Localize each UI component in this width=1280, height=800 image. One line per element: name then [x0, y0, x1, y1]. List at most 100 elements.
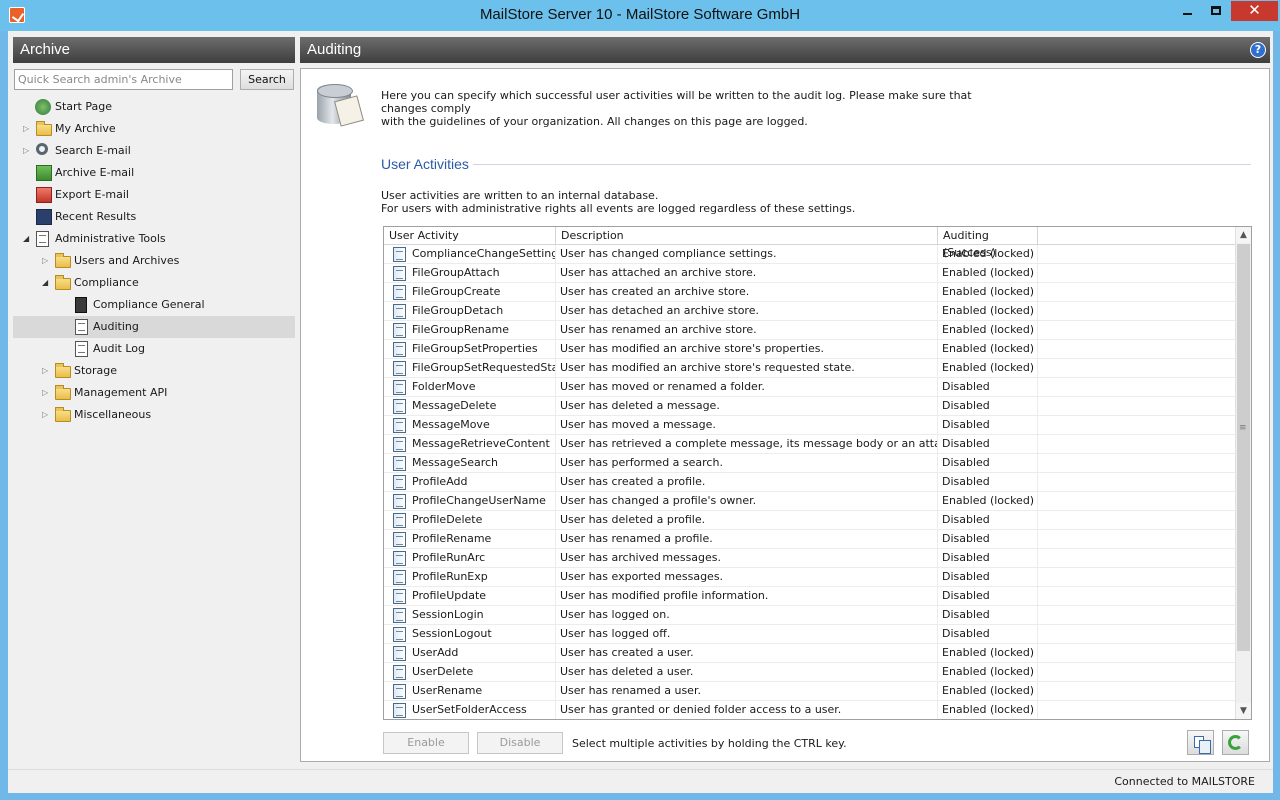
- auditing-status-cell: Enabled (locked): [938, 302, 1038, 321]
- description-cell: User has performed a search.: [556, 454, 938, 473]
- expand-arrow-icon[interactable]: ▷: [23, 118, 33, 140]
- activity-cell: MessageMove: [384, 416, 556, 435]
- table-row[interactable]: FileGroupCreate User has created an archi…: [384, 283, 1236, 302]
- column-header-description[interactable]: Description: [556, 227, 938, 245]
- table-row[interactable]: ProfileRunExp User has exported messages.…: [384, 568, 1236, 587]
- sidebar-item-compliance[interactable]: ◢ Compliance: [13, 272, 295, 294]
- collapse-arrow-icon[interactable]: ◢: [23, 228, 33, 250]
- activity-log-icon: [393, 361, 406, 376]
- database-scroll-icon: [317, 82, 364, 128]
- sidebar-item-search-email[interactable]: ▷ Search E-mail: [13, 140, 295, 162]
- minimize-button[interactable]: [1174, 1, 1201, 21]
- magnifier-icon: [36, 143, 48, 155]
- table-row[interactable]: UserAdd User has created a user. Enabled (…: [384, 644, 1236, 663]
- maximize-icon: [1210, 6, 1221, 15]
- sidebar-item-compliance-general[interactable]: Compliance General: [13, 294, 295, 316]
- quick-search-input[interactable]: Quick Search admin's Archive: [14, 69, 233, 90]
- activity-name: ProfileChangeUserName: [412, 494, 546, 507]
- table-row[interactable]: ProfileUpdate User has modified profile i…: [384, 587, 1236, 606]
- activity-log-icon: [393, 399, 406, 414]
- table-row[interactable]: MessageMove User has moved a message. Disa…: [384, 416, 1236, 435]
- activity-name: SessionLogin: [412, 608, 484, 621]
- table-row[interactable]: ProfileRunArc User has archived messages.…: [384, 549, 1236, 568]
- activity-log-icon: [393, 323, 406, 338]
- table-row[interactable]: FolderMove User has moved or renamed a fo…: [384, 378, 1236, 397]
- table-row[interactable]: FileGroupAttach User has attached an arch…: [384, 264, 1236, 283]
- activity-log-icon: [393, 703, 406, 718]
- column-header-auditing[interactable]: Auditing (Success): [938, 227, 1038, 259]
- auditing-status-cell: Enabled (locked): [938, 340, 1038, 359]
- sidebar-item-recent-results[interactable]: Recent Results: [13, 206, 295, 228]
- table-row[interactable]: FileGroupSetRequestedState User has modif…: [384, 359, 1236, 378]
- expand-arrow-icon[interactable]: ▷: [42, 382, 52, 404]
- table-row[interactable]: MessageDelete User has deleted a message.…: [384, 397, 1236, 416]
- sidebar-item-audit-log[interactable]: Audit Log: [13, 338, 295, 360]
- description-cell: User has renamed a user.: [556, 682, 938, 701]
- sidebar-item-users-and-archives[interactable]: ▷ Users and Archives: [13, 250, 295, 272]
- table-row[interactable]: ProfileDelete User has deleted a profile.…: [384, 511, 1236, 530]
- activity-cell: FileGroupDetach: [384, 302, 556, 321]
- table-row[interactable]: ComplianceChangeSettings User has changed…: [384, 245, 1236, 264]
- table-row[interactable]: UserDelete User has deleted a user. Enable…: [384, 663, 1236, 682]
- table-row[interactable]: UserRename User has renamed a user. Enable…: [384, 682, 1236, 701]
- table-row[interactable]: MessageSearch User has performed a search…: [384, 454, 1236, 473]
- sidebar-item-storage[interactable]: ▷ Storage: [13, 360, 295, 382]
- auditing-status-cell: Enabled (locked): [938, 359, 1038, 378]
- table-row[interactable]: ProfileRename User has renamed a profile.…: [384, 530, 1236, 549]
- sidebar-item-label: Start Page: [55, 100, 112, 113]
- user-activities-grid[interactable]: User Activity Description Auditing (Succ…: [383, 226, 1252, 720]
- title-bar: MailStore Server 10 - MailStore Software…: [0, 0, 1280, 31]
- auditing-status-cell: Enabled (locked): [938, 321, 1038, 340]
- help-icon[interactable]: ?: [1250, 42, 1266, 58]
- description-cell: User has moved a message.: [556, 416, 938, 435]
- sidebar-item-administrative-tools[interactable]: ◢ Administrative Tools: [13, 228, 295, 250]
- sidebar-item-label: Export E-mail: [55, 188, 129, 201]
- table-row[interactable]: ProfileChangeUserName User has changed a …: [384, 492, 1236, 511]
- table-row[interactable]: MessageRetrieveContent User has retrieved…: [384, 435, 1236, 454]
- activity-log-icon: [393, 627, 406, 642]
- activity-name: ProfileUpdate: [412, 589, 487, 602]
- administrative-tools-icon: [36, 231, 49, 247]
- description-cell: User has created an archive store.: [556, 283, 938, 302]
- description-cell: User has retrieved a complete message, i…: [556, 435, 938, 454]
- table-row[interactable]: SessionLogin User has logged on. Disabled: [384, 606, 1236, 625]
- expand-arrow-icon[interactable]: ▷: [42, 250, 52, 272]
- sidebar-item-label: Storage: [74, 364, 118, 377]
- refresh-button[interactable]: [1222, 730, 1249, 755]
- close-button[interactable]: ✕: [1231, 1, 1278, 21]
- auditing-status-cell: Disabled: [938, 454, 1038, 473]
- maximize-button[interactable]: [1202, 1, 1229, 21]
- quick-search: Quick Search admin's Archive Search: [14, 69, 294, 91]
- sidebar-item-management-api[interactable]: ▷ Management API: [13, 382, 295, 404]
- disable-button[interactable]: Disable: [477, 732, 563, 754]
- expand-arrow-icon[interactable]: ▷: [23, 140, 33, 162]
- sidebar-item-archive-email[interactable]: Archive E-mail: [13, 162, 295, 184]
- expand-arrow-icon[interactable]: ▷: [42, 404, 52, 426]
- auditing-status-cell: Disabled: [938, 397, 1038, 416]
- table-row[interactable]: SessionLogout User has logged off. Disable…: [384, 625, 1236, 644]
- scroll-thumb[interactable]: [1237, 244, 1250, 651]
- table-row[interactable]: ProfileAdd User has created a profile. Dis…: [384, 473, 1236, 492]
- table-row[interactable]: FileGroupSetProperties User has modified …: [384, 340, 1236, 359]
- scroll-up-icon[interactable]: ▲: [1236, 227, 1251, 243]
- grid-scrollbar[interactable]: ▲ ≡ ▼: [1235, 227, 1251, 719]
- activity-name: MessageSearch: [412, 456, 499, 469]
- collapse-arrow-icon[interactable]: ◢: [42, 272, 52, 294]
- sidebar-item-start-page[interactable]: Start Page: [13, 96, 295, 118]
- sidebar-item-label: Miscellaneous: [74, 408, 152, 421]
- expand-arrow-icon[interactable]: ▷: [42, 360, 52, 382]
- auditing-status-cell: Disabled: [938, 530, 1038, 549]
- sidebar-item-auditing[interactable]: Auditing: [13, 316, 295, 338]
- table-row[interactable]: FileGroupDetach User has detached an arch…: [384, 302, 1236, 321]
- sidebar-item-my-archive[interactable]: ▷ My Archive: [13, 118, 295, 140]
- table-row[interactable]: FileGroupRename User has renamed an archi…: [384, 321, 1236, 340]
- activity-log-icon: [393, 456, 406, 471]
- search-button[interactable]: Search: [240, 69, 294, 90]
- sidebar-item-export-email[interactable]: Export E-mail: [13, 184, 295, 206]
- enable-button[interactable]: Enable: [383, 732, 469, 754]
- sidebar-item-miscellaneous[interactable]: ▷ Miscellaneous: [13, 404, 295, 426]
- copy-button[interactable]: [1187, 730, 1214, 755]
- scroll-down-icon[interactable]: ▼: [1236, 703, 1251, 719]
- table-row[interactable]: UserSetFolderAccess User has granted or d…: [384, 701, 1236, 719]
- column-header-user-activity[interactable]: User Activity: [384, 227, 556, 245]
